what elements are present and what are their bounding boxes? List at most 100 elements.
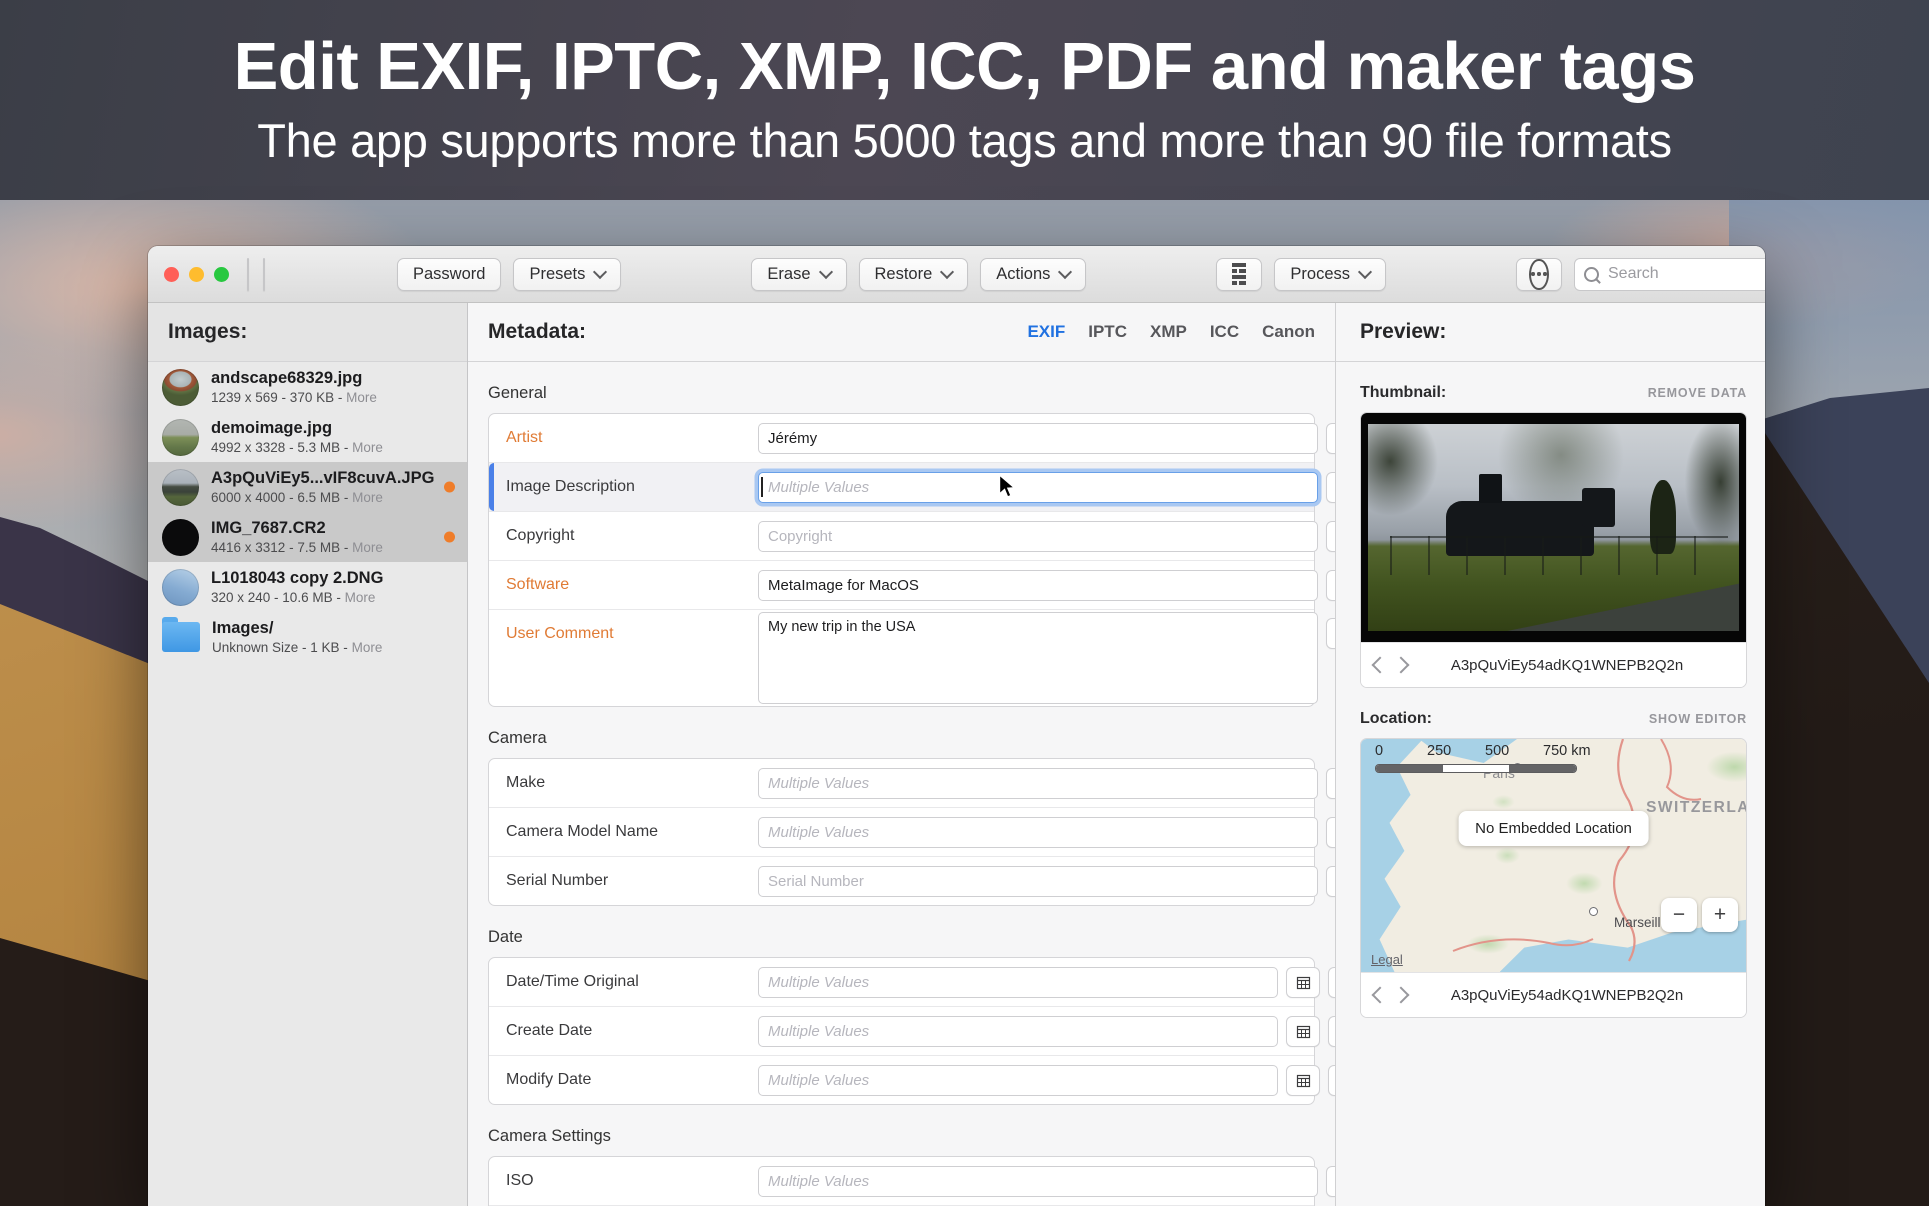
image-thumbnail [162, 419, 199, 456]
field-label: Create Date [489, 1022, 758, 1040]
scale-tick: 250 [1427, 743, 1451, 759]
tab-iptc[interactable]: IPTC [1088, 322, 1127, 342]
edit-button[interactable] [1328, 1016, 1336, 1047]
edit-button[interactable] [1326, 521, 1336, 552]
restore-dropdown[interactable]: Restore [859, 258, 969, 291]
field-row-copyright: Copyright [489, 511, 1314, 560]
software-input[interactable] [758, 570, 1318, 601]
edit-button[interactable] [1328, 967, 1336, 998]
tab-xmp[interactable]: XMP [1150, 322, 1187, 342]
search-field[interactable] [1574, 258, 1765, 291]
scale-tick: 500 [1485, 743, 1509, 759]
create-date-input[interactable] [758, 1016, 1278, 1047]
image-list-item-selected[interactable]: IMG_7687.CR2 4416 x 3312 - 7.5 MB - More [148, 512, 467, 562]
previous-button[interactable] [264, 259, 265, 290]
serial-number-input[interactable] [758, 866, 1318, 897]
images-sidebar: Images: andscape68329.jpg 1239 x 569 - 3… [148, 303, 468, 1206]
more-link[interactable]: More [352, 540, 383, 555]
map[interactable]: Paris 0 250 500 750 km SWITZERLA [1361, 739, 1746, 972]
field-label: Serial Number [489, 872, 758, 890]
folder-name: Images/ [212, 619, 382, 638]
thumbnail-label: Thumbnail: [1360, 384, 1446, 402]
image-meta: 4992 x 3328 - 5.3 MB - More [211, 440, 383, 455]
edit-button[interactable] [1328, 1065, 1336, 1096]
sidebar-title: Images: [148, 303, 467, 362]
tab-exif[interactable]: EXIF [1027, 322, 1065, 342]
close-window-button[interactable] [164, 267, 179, 282]
zoom-window-button[interactable] [214, 267, 229, 282]
edit-button[interactable] [1326, 423, 1336, 454]
tab-icc[interactable]: ICC [1210, 322, 1239, 342]
image-description-input[interactable] [758, 472, 1318, 503]
search-input[interactable] [1606, 264, 1765, 284]
more-link[interactable]: More [352, 440, 383, 455]
field-row-serial-number: Serial Number [489, 856, 1314, 905]
camera-settings-card: ISO [488, 1156, 1315, 1206]
calendar-button[interactable] [1286, 1016, 1320, 1047]
train-photo [1368, 424, 1739, 631]
more-link[interactable]: More [352, 490, 383, 505]
process-dropdown[interactable]: Process [1274, 258, 1386, 291]
field-label: ISO [489, 1172, 758, 1190]
edit-button[interactable] [1326, 618, 1336, 649]
show-editor-button[interactable]: SHOW EDITOR [1649, 712, 1747, 726]
field-row-datetime-original: Date/Time Original [489, 958, 1314, 1006]
edit-button[interactable] [1326, 570, 1336, 601]
make-input[interactable] [758, 768, 1318, 799]
presets-dropdown[interactable]: Presets [513, 258, 621, 291]
field-label: Artist [489, 429, 758, 447]
calendar-button[interactable] [1286, 967, 1320, 998]
thumbnail-image [1361, 413, 1746, 642]
field-label: Modify Date [489, 1071, 758, 1089]
field-label: Image Description [489, 478, 758, 496]
map-zoom-in-button[interactable]: + [1702, 898, 1738, 932]
more-link[interactable]: More [345, 590, 376, 605]
add-image-button[interactable]: + [248, 259, 249, 290]
traffic-lights [164, 267, 229, 282]
erase-dropdown[interactable]: Erase [751, 258, 846, 291]
edit-button[interactable] [1326, 768, 1336, 799]
user-comment-textarea[interactable]: My new trip in the USA [758, 612, 1318, 704]
image-name: IMG_7687.CR2 [211, 519, 383, 538]
edit-button[interactable] [1326, 866, 1336, 897]
modified-dot-icon [444, 532, 455, 543]
field-row-camera-model: Camera Model Name [489, 807, 1314, 856]
metadata-view-toggle-button[interactable] [1216, 258, 1262, 291]
iso-input[interactable] [758, 1166, 1318, 1197]
datetime-original-input[interactable] [758, 967, 1278, 998]
image-thumbnail [162, 469, 199, 506]
copyright-input[interactable] [758, 521, 1318, 552]
field-row-image-description: Image Description [489, 462, 1314, 511]
previous-location-button[interactable] [1372, 987, 1389, 1004]
thumbnail-header: Thumbnail: REMOVE DATA [1360, 384, 1747, 402]
minimize-window-button[interactable] [189, 267, 204, 282]
image-list-item[interactable]: demoimage.jpg 4992 x 3328 - 5.3 MB - Mor… [148, 412, 467, 462]
password-button[interactable]: Password [397, 258, 501, 291]
edit-button[interactable] [1326, 1166, 1336, 1197]
app-window: + − Password Presets Erase Restore Actio… [148, 246, 1765, 1206]
more-options-button[interactable] [1516, 258, 1562, 291]
more-link[interactable]: More [346, 390, 377, 405]
remove-data-button[interactable]: REMOVE DATA [1648, 386, 1747, 400]
metadata-panel: Metadata: EXIF IPTC XMP ICC Canon Genera… [468, 303, 1336, 1206]
camera-model-input[interactable] [758, 817, 1318, 848]
calendar-button[interactable] [1286, 1065, 1320, 1096]
folder-list-item[interactable]: Images/ Unknown Size - 1 KB - More [148, 612, 467, 662]
more-link[interactable]: More [352, 640, 383, 655]
map-legal-link[interactable]: Legal [1371, 952, 1403, 967]
edit-button[interactable] [1326, 817, 1336, 848]
edit-button[interactable] [1326, 472, 1336, 503]
image-list-item-selected[interactable]: A3pQuViEy5...vIF8cuvA.JPG 6000 x 4000 - … [148, 462, 467, 512]
image-list-item[interactable]: L1018043 copy 2.DNG 320 x 240 - 10.6 MB … [148, 562, 467, 612]
image-name: A3pQuViEy5...vIF8cuvA.JPG [211, 469, 434, 488]
image-list-item[interactable]: andscape68329.jpg 1239 x 569 - 370 KB - … [148, 362, 467, 412]
image-meta-text: 4416 x 3312 - 7.5 MB - [211, 540, 348, 555]
tab-canon[interactable]: Canon [1262, 322, 1315, 342]
actions-dropdown[interactable]: Actions [980, 258, 1086, 291]
map-zoom-out-button[interactable]: − [1661, 898, 1697, 932]
previous-thumbnail-button[interactable] [1372, 657, 1389, 674]
modify-date-input[interactable] [758, 1065, 1278, 1096]
restore-label: Restore [875, 265, 933, 284]
artist-input[interactable] [758, 423, 1318, 454]
add-remove-segment: + − [247, 258, 249, 291]
